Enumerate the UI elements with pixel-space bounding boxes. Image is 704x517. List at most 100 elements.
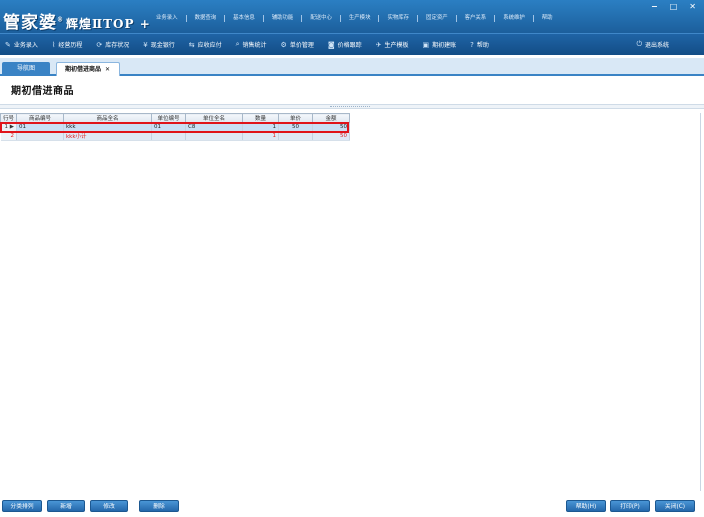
- toolbar-production-template[interactable]: ✈ 生产模板: [371, 34, 418, 56]
- logo-registered-mark: ®: [57, 16, 64, 24]
- menu-item-physical-stock[interactable]: 实物库存: [379, 15, 419, 22]
- unit-name-cell[interactable]: C8: [185, 122, 243, 132]
- menu-item-customer-relations[interactable]: 客户关系: [457, 15, 496, 22]
- splitter[interactable]: [0, 104, 704, 109]
- close-icon[interactable]: ✕: [689, 2, 696, 11]
- print-button[interactable]: 打印(P): [610, 500, 650, 512]
- logo-text: 管家婆: [3, 13, 57, 33]
- toolbar-inventory-status[interactable]: ⟳ 库存状况: [91, 34, 138, 56]
- toolbar-opening-setup[interactable]: ▣ 期初建账: [418, 34, 466, 56]
- menu-item-distribution[interactable]: 配送中心: [302, 15, 341, 22]
- main-toolbar: ✎ 业务录入 ⌇ 经营历程 ⟳ 库存状况 ¥ 现金银行 ⇆ 应收应付 ⌕ 销售统计 ⚙ 单价管…: [0, 33, 704, 55]
- toolbar-label: 现金银行: [150, 42, 175, 49]
- top-menu: 业务录入 数据查询 基本信息 辅助功能 配送中心 生产模块 实物库存 固定资产 …: [148, 15, 561, 22]
- toolbar-sales-stats[interactable]: ⌕ 销售统计: [231, 34, 276, 56]
- menu-item-system-maintenance[interactable]: 系统维护: [495, 15, 534, 22]
- col-header-unit-price[interactable]: 单价: [278, 113, 313, 123]
- tab-label: 期初借进商品: [65, 66, 102, 73]
- search-icon: ⌕: [235, 40, 240, 48]
- toolbar-help[interactable]: ? 帮助: [465, 34, 498, 56]
- col-header-goods-name[interactable]: 商品全名: [63, 113, 152, 123]
- unit-code-cell[interactable]: [151, 131, 186, 141]
- toolbar-label: 应收应付: [197, 42, 222, 49]
- window-controls: − □ ✕: [651, 2, 696, 11]
- menu-item-production[interactable]: 生产模块: [341, 15, 380, 22]
- col-header-goods-code[interactable]: 商品编号: [16, 113, 64, 123]
- toolbar-label: 销售统计: [242, 42, 267, 49]
- toolbar-label: 退出系统: [644, 42, 669, 49]
- add-button[interactable]: 新增: [47, 500, 85, 512]
- menu-item-help[interactable]: 帮助: [534, 15, 561, 22]
- minimize-icon[interactable]: −: [651, 2, 658, 11]
- menu-item-aux-functions[interactable]: 辅助功能: [264, 15, 303, 22]
- toolbar-label: 单价管理: [289, 42, 314, 49]
- toolbar-business-entry[interactable]: ✎ 业务录入: [0, 34, 47, 56]
- bank-icon: ¥: [143, 40, 148, 49]
- toolbar-price-tracking[interactable]: ◙ 价格跟踪: [323, 34, 371, 56]
- grid-header-row: 行号 商品编号 商品全名 单位编号 单位全名 数量 单价 金额: [0, 113, 350, 123]
- toolbar-label: 生产模板: [384, 42, 409, 49]
- toolbar-business-history[interactable]: ⌇ 经营历程: [47, 34, 91, 56]
- quantity-cell[interactable]: 1: [242, 131, 279, 141]
- toolbar-price-management[interactable]: ⚙ 单价管理: [276, 34, 323, 56]
- bottom-button-bar: 分类排列 新增 修改 删除 帮助(H) 打印(P) 关闭(C): [0, 497, 704, 517]
- col-header-amount[interactable]: 金额: [312, 113, 350, 123]
- edit-icon: ▣: [422, 40, 430, 49]
- toolbar-label: 帮助: [476, 42, 489, 49]
- page-title: 期初借进商品: [11, 86, 74, 97]
- toolbar-label: 库存状况: [105, 42, 130, 49]
- goods-grid: 行号 商品编号 商品全名 单位编号 单位全名 数量 单价 金额 1 ▶ 01 k…: [0, 113, 350, 141]
- unit-code-cell[interactable]: 01: [151, 122, 186, 132]
- tab-navigation-map[interactable]: 导航图: [2, 62, 50, 76]
- table-row[interactable]: 1 ▶ 01 kkk 01 C8 1 50 50: [0, 122, 350, 132]
- unit-price-cell[interactable]: 50: [278, 122, 313, 132]
- sort-by-category-button[interactable]: 分类排列: [2, 500, 42, 512]
- menu-item-business-entry[interactable]: 业务录入: [148, 15, 187, 22]
- wrench-icon: ✈: [375, 40, 382, 49]
- col-header-quantity[interactable]: 数量: [242, 113, 279, 123]
- tab-close-icon[interactable]: ✕: [105, 66, 110, 73]
- amount-cell[interactable]: 50: [312, 122, 350, 132]
- unit-name-cell[interactable]: [185, 131, 243, 141]
- toolbar-exit-system[interactable]: ⏻ 退出系统: [631, 34, 678, 56]
- col-header-unit-code[interactable]: 单位编号: [151, 113, 186, 123]
- row-number: 1: [4, 124, 9, 130]
- inventory-icon: ⟳: [96, 40, 103, 49]
- toolbar-label: 期初建账: [432, 42, 457, 49]
- splitter-grip[interactable]: [330, 106, 370, 108]
- modify-button[interactable]: 修改: [90, 500, 128, 512]
- tab-bar: 导航图 期初借进商品 ✕: [0, 58, 704, 76]
- unit-price-cell[interactable]: [278, 131, 313, 141]
- table-row[interactable]: 2 kkk小计 1 50: [0, 131, 350, 141]
- goods-code-cell[interactable]: [16, 131, 64, 141]
- app-logo: 管家婆® 辉煌ⅡTOP +: [3, 8, 151, 33]
- title-bar: 管家婆® 辉煌ⅡTOP + 业务录入 数据查询 基本信息 辅助功能 配送中心 生产…: [0, 0, 704, 33]
- quantity-cell[interactable]: 1: [242, 122, 279, 132]
- pen-icon: ✎: [5, 40, 11, 49]
- delete-button[interactable]: 删除: [139, 500, 179, 512]
- help-button[interactable]: 帮助(H): [566, 500, 606, 512]
- logo-edition: 辉煌ⅡTOP +: [66, 17, 151, 31]
- close-button[interactable]: 关闭(C): [655, 500, 695, 512]
- chart-icon: ⌇: [51, 40, 56, 49]
- current-row-marker-icon: ▶: [9, 124, 14, 130]
- toolbar-receivable-payable[interactable]: ⇆ 应收应付: [184, 34, 231, 56]
- toolbar-cash-bank[interactable]: ¥ 现金银行: [138, 34, 183, 56]
- maximize-icon[interactable]: □: [670, 2, 678, 11]
- menu-item-fixed-assets[interactable]: 固定资产: [418, 15, 457, 22]
- toolbar-label: 经营历程: [58, 42, 83, 49]
- toolbar-label: 业务录入: [13, 42, 38, 49]
- menu-item-basic-info[interactable]: 基本信息: [225, 15, 264, 22]
- goods-name-cell[interactable]: kkk: [63, 122, 152, 132]
- col-header-unit-name[interactable]: 单位全名: [185, 113, 243, 123]
- menu-item-data-query[interactable]: 数据查询: [187, 15, 226, 22]
- goods-code-cell[interactable]: 01: [16, 122, 64, 132]
- goods-name-cell[interactable]: kkk小计: [63, 131, 152, 141]
- col-header-row-no[interactable]: 行号: [0, 113, 17, 123]
- amount-cell[interactable]: 50: [312, 131, 350, 141]
- trend-icon: ◙: [327, 40, 335, 49]
- tab-opening-borrowed-goods[interactable]: 期初借进商品 ✕: [56, 62, 120, 76]
- row-number-cell: 1 ▶: [0, 122, 17, 132]
- power-icon: ⏻: [636, 40, 642, 48]
- grid-right-border: [700, 113, 701, 491]
